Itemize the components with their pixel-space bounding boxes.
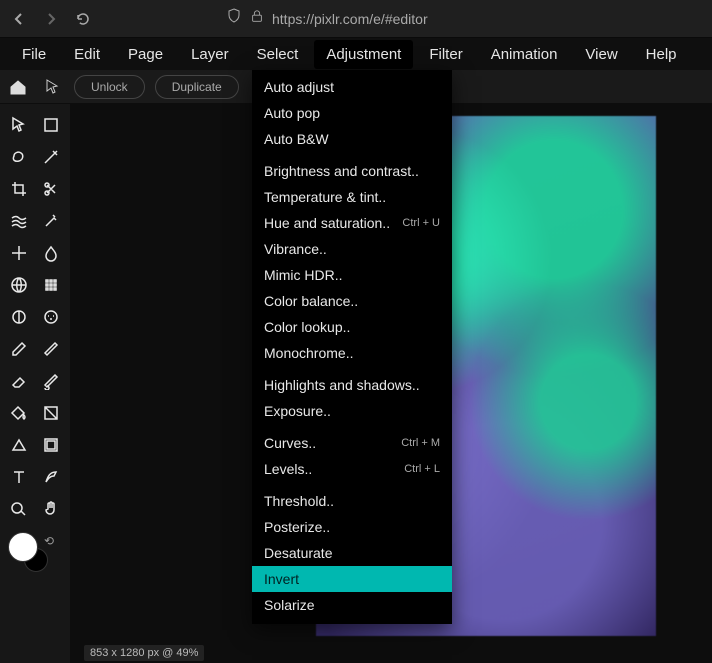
menu-item-temperature-tint[interactable]: Temperature & tint.. bbox=[252, 184, 452, 210]
gradient-tool[interactable] bbox=[36, 398, 66, 428]
menu-layer[interactable]: Layer bbox=[179, 40, 241, 69]
menu-item-auto-adjust[interactable]: Auto adjust bbox=[252, 74, 452, 100]
home-icon[interactable] bbox=[6, 75, 30, 99]
menu-item-label: Posterize.. bbox=[264, 519, 330, 535]
zoom-tool[interactable] bbox=[4, 494, 34, 524]
dodge-tool[interactable] bbox=[4, 302, 34, 332]
menu-item-monochrome[interactable]: Monochrome.. bbox=[252, 340, 452, 366]
menu-help[interactable]: Help bbox=[634, 40, 689, 69]
menu-item-label: Color lookup.. bbox=[264, 319, 350, 335]
menu-item-shortcut: Ctrl + M bbox=[401, 437, 440, 449]
sponge-tool[interactable] bbox=[36, 302, 66, 332]
menu-file[interactable]: File bbox=[10, 40, 58, 69]
menu-item-curves[interactable]: Curves.. Ctrl + M bbox=[252, 430, 452, 456]
blur-tool[interactable] bbox=[36, 238, 66, 268]
foreground-color-swatch[interactable] bbox=[8, 532, 38, 562]
menu-item-color-balance[interactable]: Color balance.. bbox=[252, 288, 452, 314]
brush-tool[interactable] bbox=[36, 334, 66, 364]
frame-tool[interactable] bbox=[36, 430, 66, 460]
menu-item-label: Auto pop bbox=[264, 105, 320, 121]
menu-item-label: Highlights and shadows.. bbox=[264, 377, 420, 393]
cutout-tool[interactable] bbox=[36, 174, 66, 204]
heal-tool[interactable] bbox=[4, 238, 34, 268]
swap-colors-icon[interactable]: ⟲ bbox=[44, 534, 54, 548]
menu-item-threshold[interactable]: Threshold.. bbox=[252, 488, 452, 514]
duplicate-button[interactable]: Duplicate bbox=[155, 75, 239, 99]
unlock-button[interactable]: Unlock bbox=[74, 75, 145, 99]
menu-item-color-lookup[interactable]: Color lookup.. bbox=[252, 314, 452, 340]
menu-item-label: Mimic HDR.. bbox=[264, 267, 343, 283]
pen-tool[interactable] bbox=[4, 334, 34, 364]
menu-item-invert[interactable]: Invert bbox=[252, 566, 452, 592]
menu-item-hue-and-saturation[interactable]: Hue and saturation.. Ctrl + U bbox=[252, 210, 452, 236]
adjustment-menu[interactable]: Auto adjust Auto pop Auto B&W Brightness an… bbox=[252, 70, 452, 624]
lock-icon bbox=[250, 9, 264, 28]
menu-item-levels[interactable]: Levels.. Ctrl + L bbox=[252, 456, 452, 482]
lasso-tool[interactable] bbox=[4, 142, 34, 172]
menu-item-label: Exposure.. bbox=[264, 403, 331, 419]
menu-item-label: Auto B&W bbox=[264, 131, 329, 147]
hand-tool[interactable] bbox=[36, 494, 66, 524]
crop-tool[interactable] bbox=[4, 174, 34, 204]
liquify-tool[interactable] bbox=[4, 206, 34, 236]
menu-item-label: Curves.. bbox=[264, 435, 316, 451]
wand-tool[interactable] bbox=[36, 142, 66, 172]
menu-select[interactable]: Select bbox=[245, 40, 311, 69]
menu-item-label: Temperature & tint.. bbox=[264, 189, 386, 205]
browser-bar: https://pixlr.com/e/#editor bbox=[0, 0, 712, 38]
menu-animation[interactable]: Animation bbox=[479, 40, 570, 69]
menu-item-label: Invert bbox=[264, 571, 299, 587]
pointer-icon[interactable] bbox=[40, 75, 64, 99]
menu-item-label: Hue and saturation.. bbox=[264, 215, 390, 231]
sphere-tool[interactable] bbox=[4, 270, 34, 300]
arrow-tool[interactable] bbox=[4, 110, 34, 140]
menu-item-label: Levels.. bbox=[264, 461, 312, 477]
menu-item-label: Auto adjust bbox=[264, 79, 334, 95]
disperse-tool[interactable] bbox=[36, 270, 66, 300]
menu-adjustment[interactable]: Adjustment bbox=[314, 40, 413, 69]
color-swatches[interactable]: ⟲ bbox=[4, 532, 66, 584]
color-replace-tool[interactable] bbox=[36, 366, 66, 396]
menu-item-solarize[interactable]: Solarize bbox=[252, 592, 452, 618]
shape-tool[interactable] bbox=[4, 430, 34, 460]
menu-edit[interactable]: Edit bbox=[62, 40, 112, 69]
menu-item-label: Brightness and contrast.. bbox=[264, 163, 419, 179]
menu-item-posterize[interactable]: Posterize.. bbox=[252, 514, 452, 540]
back-button[interactable] bbox=[10, 10, 28, 28]
menu-item-label: Desaturate bbox=[264, 545, 332, 561]
menu-item-vibrance[interactable]: Vibrance.. bbox=[252, 236, 452, 262]
menu-item-label: Solarize bbox=[264, 597, 315, 613]
menu-item-shortcut: Ctrl + U bbox=[402, 217, 440, 229]
reload-button[interactable] bbox=[74, 10, 92, 28]
shield-icon bbox=[226, 8, 242, 29]
menu-item-exposure[interactable]: Exposure.. bbox=[252, 398, 452, 424]
status-bar: 853 x 1280 px @ 49% bbox=[84, 645, 204, 661]
menu-item-auto-pop[interactable]: Auto pop bbox=[252, 100, 452, 126]
url-text: https://pixlr.com/e/#editor bbox=[272, 11, 428, 27]
menu-view[interactable]: View bbox=[573, 40, 629, 69]
menu-item-highlights-and-shadows[interactable]: Highlights and shadows.. bbox=[252, 372, 452, 398]
address-bar[interactable]: https://pixlr.com/e/#editor bbox=[106, 8, 702, 29]
menu-item-label: Threshold.. bbox=[264, 493, 334, 509]
menubar: FileEditPageLayerSelectAdjustmentFilterA… bbox=[0, 38, 712, 70]
eraser-tool[interactable] bbox=[4, 366, 34, 396]
fill-tool[interactable] bbox=[4, 398, 34, 428]
clone-tool[interactable] bbox=[36, 206, 66, 236]
forward-button[interactable] bbox=[42, 10, 60, 28]
menu-item-desaturate[interactable]: Desaturate bbox=[252, 540, 452, 566]
menu-item-label: Monochrome.. bbox=[264, 345, 353, 361]
marquee-tool[interactable] bbox=[36, 110, 66, 140]
menu-item-label: Color balance.. bbox=[264, 293, 358, 309]
menu-filter[interactable]: Filter bbox=[417, 40, 474, 69]
menu-item-auto-b-w[interactable]: Auto B&W bbox=[252, 126, 452, 152]
menu-item-shortcut: Ctrl + L bbox=[404, 463, 440, 475]
draw-tool[interactable] bbox=[36, 462, 66, 492]
text-tool[interactable] bbox=[4, 462, 34, 492]
menu-item-brightness-and-contrast[interactable]: Brightness and contrast.. bbox=[252, 158, 452, 184]
menu-item-label: Vibrance.. bbox=[264, 241, 327, 257]
menu-item-mimic-hdr[interactable]: Mimic HDR.. bbox=[252, 262, 452, 288]
toolbox: ⟲ bbox=[0, 104, 70, 663]
menu-page[interactable]: Page bbox=[116, 40, 175, 69]
